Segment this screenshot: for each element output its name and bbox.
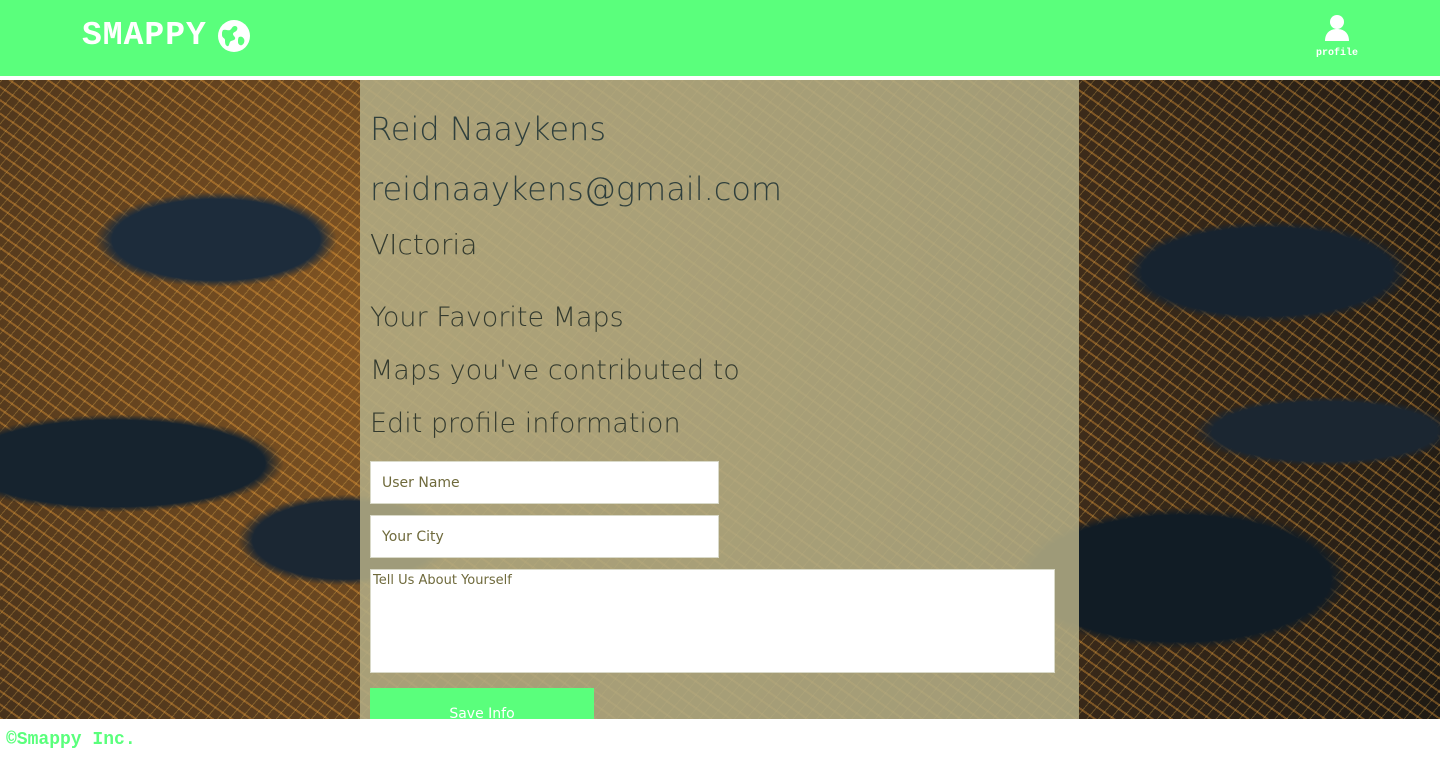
edit-profile-heading: Edit profile information [370,408,681,439]
username-input[interactable] [370,461,719,504]
profile-link[interactable]: profile [1312,14,1362,59]
contributed-maps-link[interactable]: Maps you've contributed to [370,355,740,386]
user-email: reidnaaykens@gmail.com [370,170,783,208]
copyright-text: ©Smappy Inc. [6,730,136,750]
profile-label: profile [1315,48,1358,59]
profile-panel: Reid Naaykens reidnaaykens@gmail.com VIc… [360,80,1079,719]
brand-text: SMAPPY [82,17,207,54]
user-city: VIctoria [370,228,478,261]
save-info-button[interactable]: Save Info [370,688,594,719]
footer: ©Smappy Inc. [0,719,1440,760]
globe-icon [217,19,250,52]
about-textarea[interactable] [370,569,1055,673]
user-name: Reid Naaykens [370,110,606,148]
user-icon [1325,15,1349,41]
city-input[interactable] [370,515,719,558]
favorite-maps-link[interactable]: Your Favorite Maps [370,302,624,333]
brand-logo[interactable]: SMAPPY [82,17,251,54]
top-navbar: SMAPPY profile [0,0,1440,80]
